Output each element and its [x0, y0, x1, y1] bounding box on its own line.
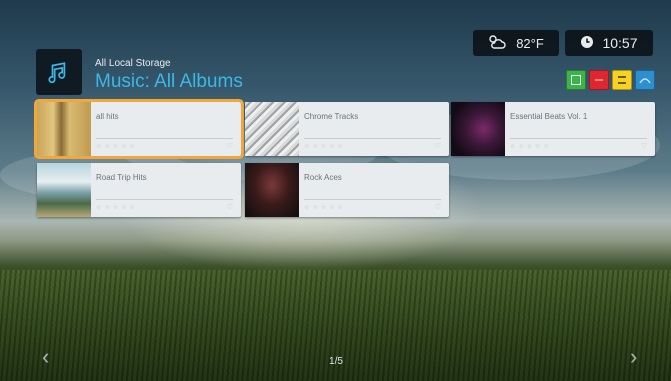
- heart-icon[interactable]: ♡: [435, 203, 441, 211]
- album-title: all hits: [96, 112, 119, 121]
- album-tile-essential-beats[interactable]: Essential Beats Vol. 1 ☆☆☆☆☆ ♡: [451, 102, 655, 156]
- b-icon: [571, 75, 581, 85]
- heart-icon[interactable]: ♡: [641, 142, 647, 150]
- album-title: Rock Aces: [304, 173, 342, 182]
- clock-time: 10:57: [602, 35, 638, 51]
- album-tile-road-trip-hits[interactable]: Road Trip Hits ☆☆☆☆☆ ♡: [37, 163, 241, 217]
- divider: [96, 199, 233, 200]
- page-title: Music: All Albums: [95, 71, 243, 92]
- album-cover: [451, 102, 505, 156]
- clock-icon: [580, 35, 594, 52]
- blue-button[interactable]: [635, 70, 655, 90]
- red-icon: [595, 79, 603, 81]
- weather-widget: 82°F: [473, 30, 559, 56]
- divider: [510, 138, 647, 139]
- album-title: Chrome Tracks: [304, 112, 359, 121]
- album-title: Road Trip Hits: [96, 173, 147, 182]
- heart-icon[interactable]: ♡: [227, 203, 233, 211]
- album-cover: [37, 102, 91, 156]
- page-indicator: 1/5: [329, 356, 343, 367]
- album-cover: [245, 102, 299, 156]
- next-page-arrow[interactable]: ›: [630, 344, 637, 370]
- divider: [96, 138, 233, 139]
- source-label: All Local Storage: [95, 58, 171, 69]
- rating-stars[interactable]: ☆☆☆☆☆: [304, 143, 346, 150]
- rating-stars[interactable]: ☆☆☆☆☆: [510, 143, 552, 150]
- album-cover: [245, 163, 299, 217]
- temperature-text: 82°F: [516, 35, 544, 51]
- divider: [304, 138, 441, 139]
- album-tile-chrome-tracks[interactable]: Chrome Tracks ☆☆☆☆☆ ♡: [245, 102, 449, 156]
- rating-stars[interactable]: ☆☆☆☆☆: [96, 204, 138, 211]
- menu-icon: [618, 76, 626, 84]
- album-cover: [37, 163, 91, 217]
- wave-icon: [639, 71, 651, 89]
- clock-widget: 10:57: [565, 30, 653, 56]
- divider: [304, 199, 441, 200]
- heart-icon[interactable]: ♡: [435, 142, 441, 150]
- yellow-menu-button[interactable]: [612, 70, 632, 90]
- album-tile-rock-aces[interactable]: Rock Aces ☆☆☆☆☆ ♡: [245, 163, 449, 217]
- red-button[interactable]: [589, 70, 609, 90]
- weather-icon: [488, 34, 506, 53]
- heart-icon[interactable]: ♡: [227, 142, 233, 150]
- green-b-button[interactable]: [566, 70, 586, 90]
- rating-stars[interactable]: ☆☆☆☆☆: [96, 143, 138, 150]
- color-button-bar: [566, 70, 655, 90]
- rating-stars[interactable]: ☆☆☆☆☆: [304, 204, 346, 211]
- album-title: Essential Beats Vol. 1: [510, 112, 588, 121]
- music-note-icon: [36, 49, 82, 95]
- album-tile-all-hits[interactable]: all hits ☆☆☆☆☆ ♡: [34, 99, 244, 159]
- prev-page-arrow[interactable]: ‹: [42, 344, 49, 370]
